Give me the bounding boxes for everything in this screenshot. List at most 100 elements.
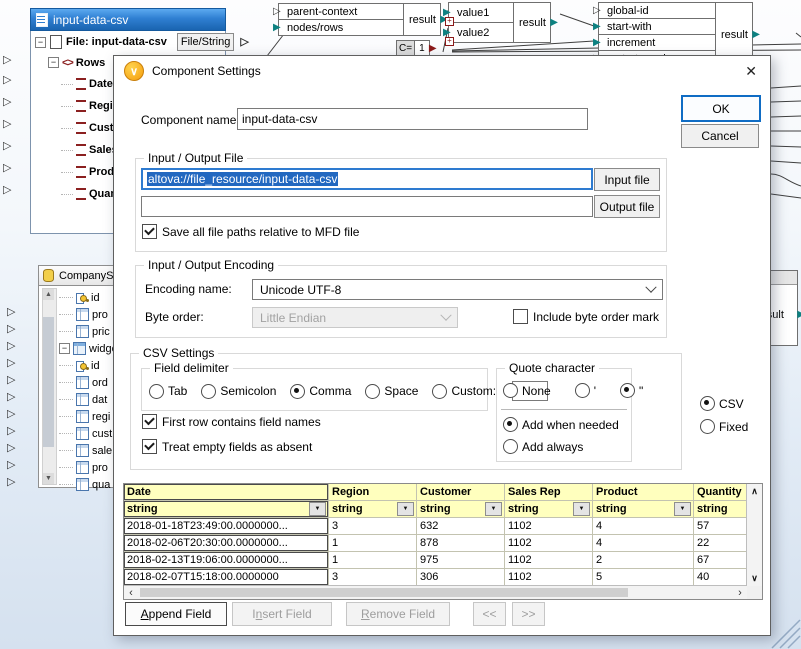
encoding-select[interactable]: Unicode UTF-8 — [252, 279, 663, 300]
input-pin-icon[interactable]: ▷ — [593, 6, 601, 16]
output-pin-icon[interactable]: ▶ — [429, 44, 437, 54]
empty-fields-checkbox[interactable]: Treat empty fields as absent — [142, 439, 312, 454]
table-cell[interactable]: 306 — [417, 569, 505, 586]
button-[interactable]: << — [473, 602, 506, 626]
connection-line[interactable] — [771, 146, 801, 147]
tree-item-file[interactable]: − File: input-data-csv File/String ▷ — [31, 32, 225, 52]
input-pin-icon[interactable]: ▷ — [273, 7, 281, 17]
scroll-up-icon[interactable]: ∧ — [747, 485, 762, 498]
scrollbar-thumb[interactable] — [140, 588, 628, 597]
radio-delimiter-semicolon[interactable]: Semicolon — [201, 384, 276, 399]
table-cell[interactable]: 3 — [329, 518, 417, 535]
input-pin-icon[interactable]: ▷ — [7, 324, 15, 335]
connection-line[interactable] — [771, 101, 801, 102]
button-append-field[interactable]: Append Field — [125, 602, 227, 626]
input-pin-icon[interactable]: ▷ — [7, 358, 15, 369]
radio-format-csv[interactable]: CSV — [700, 396, 748, 411]
input-pin-icon[interactable]: ▷ — [3, 119, 11, 130]
table-cell[interactable]: 2018-01-18T23:49:00.0000000... — [124, 518, 329, 535]
input-pin-icon[interactable]: ▷ — [7, 477, 15, 488]
radio-delimiter-comma[interactable]: Comma — [290, 384, 351, 399]
save-relative-checkbox[interactable]: Save all file paths relative to MFD file — [142, 224, 359, 239]
table-cell[interactable]: 57 — [694, 518, 747, 535]
connection-line[interactable] — [771, 161, 801, 163]
input-pin-icon[interactable]: ▷ — [7, 392, 15, 403]
input-pin-icon[interactable]: ▷ — [3, 163, 11, 174]
checkbox-icon[interactable] — [513, 309, 528, 324]
table-cell[interactable]: 40 — [694, 569, 747, 586]
radio-quote-[interactable]: " — [620, 383, 643, 398]
close-icon[interactable]: ✕ — [745, 63, 757, 80]
column-header[interactable]: Sales Rep — [505, 484, 593, 501]
input-pin-icon[interactable]: ▷ — [7, 307, 15, 318]
radio-quote-add-addwhenneeded[interactable]: Add when needed — [503, 417, 619, 432]
input-pin-icon[interactable]: ▶ — [273, 23, 281, 33]
connection-line[interactable] — [771, 174, 801, 186]
scroll-up-icon[interactable]: ▲ — [43, 289, 54, 300]
scroll-right-icon[interactable]: › — [733, 586, 747, 599]
collapse-icon[interactable]: − — [48, 57, 59, 68]
column-header[interactable]: Date — [124, 484, 329, 501]
scroll-down-icon[interactable]: ∨ — [747, 572, 762, 585]
byte-order-mark-checkbox[interactable]: Include byte order mark — [513, 309, 659, 324]
radio-quote-none[interactable]: None — [503, 383, 551, 398]
table-cell[interactable]: 1102 — [505, 535, 593, 552]
input-pin-icon[interactable]: ▷ — [7, 460, 15, 471]
radio-delimiter-tab[interactable]: Tab — [149, 384, 187, 399]
button-remove-field[interactable]: Remove Field — [346, 602, 450, 626]
function-add[interactable]: ▶value1+▶value2+ result ▶ — [448, 2, 551, 43]
radio-quote-add-addalways[interactable]: Add always — [503, 439, 619, 454]
input-pin-icon[interactable]: ▷ — [7, 426, 15, 437]
table-horizontal-scrollbar[interactable]: ‹ › — [124, 585, 747, 599]
table-cell[interactable]: 1102 — [505, 552, 593, 569]
table-cell[interactable]: 878 — [417, 535, 505, 552]
table-cell[interactable]: 975 — [417, 552, 505, 569]
connection-line[interactable] — [771, 86, 801, 88]
checkbox-icon[interactable] — [142, 414, 157, 429]
column-header[interactable]: Quantity — [694, 484, 747, 501]
function-compute-when[interactable]: ▷parent-context▶nodes/rows result ▶ — [278, 3, 441, 36]
connection-line[interactable] — [796, 33, 801, 37]
scroll-left-icon[interactable]: ‹ — [124, 586, 138, 599]
input-pin-icon[interactable]: ▷ — [7, 409, 15, 420]
input-pin-icon[interactable]: ▷ — [7, 341, 15, 352]
input-pin-icon[interactable]: ▷ — [3, 75, 11, 86]
column-type-cell[interactable]: string▼ — [694, 501, 747, 518]
output-pin-icon[interactable]: ▷ — [240, 37, 248, 48]
column-header[interactable]: Customer — [417, 484, 505, 501]
file-string-button[interactable]: File/String — [177, 33, 235, 51]
collapse-icon[interactable]: − — [59, 343, 70, 354]
table-vertical-scrollbar[interactable]: ∧ ∨ — [746, 484, 762, 586]
connection-line[interactable] — [771, 194, 801, 198]
input-file-button[interactable]: Input file — [594, 168, 660, 191]
table-cell[interactable]: 5 — [593, 569, 694, 586]
table-cell[interactable]: 1 — [329, 535, 417, 552]
column-type-cell[interactable]: string▼ — [505, 501, 593, 518]
output-pin-icon[interactable]: ▶ — [550, 18, 558, 28]
type-dropdown-icon[interactable]: ▼ — [573, 502, 590, 516]
input-pin-icon[interactable]: ▷ — [3, 141, 11, 152]
input-pin-icon[interactable]: ▷ — [7, 443, 15, 454]
output-pin-icon[interactable]: ▶ — [752, 30, 760, 40]
cancel-button[interactable]: Cancel — [681, 124, 759, 148]
table-cell[interactable]: 67 — [694, 552, 747, 569]
radio-format-fixed[interactable]: Fixed — [700, 419, 748, 434]
collapse-icon[interactable]: − — [35, 37, 46, 48]
column-type-cell[interactable]: string▼ — [593, 501, 694, 518]
checkbox-icon[interactable] — [142, 439, 157, 454]
output-pin-icon[interactable]: ▶ — [797, 310, 801, 320]
table-cell[interactable]: 632 — [417, 518, 505, 535]
table-cell[interactable]: 2018-02-13T19:06:00.0000000... — [124, 552, 329, 569]
input-file-field[interactable]: altova://file_resource/input-data-csv — [141, 168, 593, 190]
checkbox-icon[interactable] — [142, 224, 157, 239]
type-dropdown-icon[interactable]: ▼ — [485, 502, 502, 516]
connection-line[interactable] — [771, 116, 801, 117]
component-name-input[interactable]: input-data-csv — [237, 108, 588, 130]
type-dropdown-icon[interactable]: ▼ — [674, 502, 691, 516]
button-[interactable]: >> — [512, 602, 545, 626]
first-row-checkbox[interactable]: First row contains field names — [142, 414, 321, 429]
add-parameter-icon[interactable]: + — [445, 17, 454, 26]
table-cell[interactable]: 22 — [694, 535, 747, 552]
table-cell[interactable]: 4 — [593, 518, 694, 535]
output-file-button[interactable]: Output file — [594, 195, 660, 218]
